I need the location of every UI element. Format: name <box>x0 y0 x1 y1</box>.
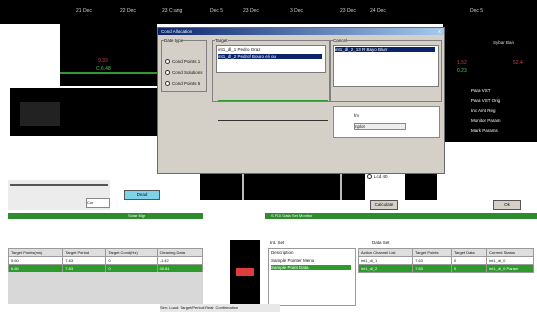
target-group: Target int1_dl_1 Pedro Graz int1_dl_2 Pe… <box>212 38 330 102</box>
right-chart-panel: Sybar Ban 1.52 0.23 52.4 <box>443 24 537 86</box>
right-quote-value: 0.23 <box>457 68 467 74</box>
table-header: Target Points(ms) Target Period Target C… <box>7 248 204 257</box>
field-fm[interactable]: fm <box>354 113 359 118</box>
menu-item-inc-amt-reg[interactable]: Inc Amt Reg <box>471 106 501 116</box>
right-menu: Para VST Para VST Orig Inc Amt Reg Monit… <box>471 86 501 136</box>
dialog-titlebar: Cond Allocation X <box>158 28 444 35</box>
timeline-label: 23 Dec <box>340 8 356 14</box>
cond-allocation-dialog: Cond Allocation X Date type Cond Points … <box>157 27 445 174</box>
table-row-selected[interactable]: int1_dl_2 7.83 0 int1_dl_0 Param <box>357 264 534 273</box>
list-item-selected[interactable]: int1_dl_2 Pedrof Bouro eli ou <box>218 54 322 59</box>
status-bar: Sim: Load: Target/Period:Real: Confirmat… <box>160 304 280 312</box>
panel-titlebar: Solar Mgr <box>8 213 203 219</box>
menu-item-para-vst-orig[interactable]: Para VST Orig <box>471 96 501 106</box>
dark-sub-block <box>20 102 60 126</box>
table-header: Action Channel List Target Points Target… <box>357 248 534 257</box>
table-row[interactable]: 5.60 7.63 0 -1.42 <box>7 256 204 265</box>
column-header: Target Period <box>62 248 107 257</box>
monitor-title: S.FDI Data Set Monitor <box>271 213 313 218</box>
timeline-label: 3 Dec <box>290 8 304 14</box>
ok-button[interactable]: Ok <box>493 200 521 210</box>
group-title: Cancel <box>333 38 348 43</box>
cor-field[interactable]: Cor <box>86 198 110 208</box>
timeline-label: Dec 5 <box>470 8 484 14</box>
list-header: Description <box>271 250 294 255</box>
left-form-panel: Cor <box>8 180 110 210</box>
section-label: Data Set <box>372 240 390 245</box>
right-chart-title: Sybar Ban <box>493 40 515 45</box>
description-list: Description Sample Pointer Menu Sample P… <box>268 248 356 306</box>
table-row[interactable]: int1_dl_1 7.63 0 int1_dl_0 <box>357 256 534 265</box>
chart-line <box>218 100 328 101</box>
timeline-label: 24 Dec <box>370 8 386 14</box>
param-box: fm nplot <box>333 106 440 138</box>
column-header: Target Points <box>412 248 452 257</box>
group-title: Target <box>215 38 228 43</box>
timeline-label: 21 Dec <box>76 8 92 14</box>
dark-block <box>10 88 160 136</box>
radio-cond-points-5[interactable]: Cond Points 5 <box>172 81 200 86</box>
chart-line <box>218 120 328 121</box>
timeline-label: 23 Dec <box>243 8 259 14</box>
slider-track[interactable] <box>10 184 108 186</box>
timeline-label: 22 Dec <box>120 8 136 14</box>
monitor-titlebar: S.FDI Data Set Monitor <box>265 213 537 219</box>
column-header: Target Data <box>450 248 488 257</box>
radio-cond-points-1[interactable]: Cond Points 1 <box>172 59 200 64</box>
date-type-group: Date type Cond Points 1 Cond Solutions C… <box>161 38 207 92</box>
cancel-listbox[interactable]: int1_dl_2_13 R Bayo Blurr <box>333 45 439 87</box>
right-menu-panel: Para VST Para VST Orig Inc Amt Reg Monit… <box>443 86 537 142</box>
top-timeline-bar: 21 Dec 22 Dec 23 C:ang Dec 5 23 Dec 3 De… <box>0 0 537 24</box>
right-quote-value: 52.4 <box>513 60 523 66</box>
list-item[interactable]: int1_dl_1 Pedro Graz <box>218 47 261 52</box>
panel-title: Solar Mgr <box>128 213 146 218</box>
target-listbox[interactable]: int1_dl_1 Pedro Graz int1_dl_2 Pedrof Bo… <box>216 45 326 73</box>
column-header: Action Channel List <box>357 248 414 257</box>
left-chart-panel: 9.33 C.6.48 <box>60 24 157 86</box>
column-header: Target Cond(Hz) <box>105 248 158 257</box>
close-icon[interactable]: X <box>438 28 441 35</box>
dead-button[interactable]: Dead <box>124 190 160 200</box>
list-item-selected[interactable]: int1_dl_2_13 R Bayo Blurr <box>335 47 435 52</box>
list-item[interactable]: Sample Pointer Menu <box>271 258 314 263</box>
level-fill <box>236 268 254 276</box>
menu-item-para-vst[interactable]: Para VST <box>471 86 501 96</box>
empty-table-area <box>8 272 203 304</box>
menu-item-monitor-param[interactable]: Monitor Param <box>471 116 501 126</box>
calculate-button[interactable]: Calculate <box>370 200 398 210</box>
chart-line <box>60 72 157 74</box>
radio-lcd[interactable]: Lcd 40 <box>374 174 388 179</box>
column-header: Cleaning Data <box>156 248 204 257</box>
target-table: Target Points(ms) Target Period Target C… <box>7 248 204 273</box>
cancel-group: Cancel int1_dl_2_13 R Bayo Blurr <box>330 38 442 102</box>
group-title: Date type <box>164 38 184 43</box>
list-item-selected[interactable]: Sample Point Data <box>271 265 351 270</box>
dialog-title: Cond Allocation <box>161 29 193 34</box>
column-header: Target Points(ms) <box>7 248 64 257</box>
menu-item-mark-params[interactable]: Mark Params <box>471 126 501 136</box>
timeline-label: 23 C:ang <box>162 8 183 14</box>
radio-cond-solutions[interactable]: Cond Solutions <box>172 70 203 75</box>
left-quote-value: 9.33 <box>98 58 108 64</box>
level-meter <box>230 240 260 304</box>
section-label: Int. Set <box>270 240 285 245</box>
monitor-table: Action Channel List Target Points Target… <box>357 248 534 273</box>
field-nplot[interactable]: nplot <box>354 123 406 130</box>
right-quote-value: 1.52 <box>457 60 467 66</box>
timeline-label: Dec 5 <box>210 8 224 14</box>
column-header: Current Status <box>486 248 534 257</box>
